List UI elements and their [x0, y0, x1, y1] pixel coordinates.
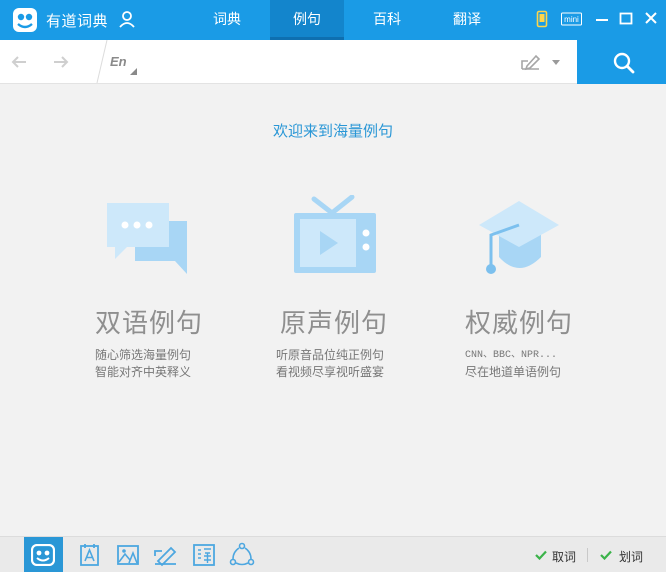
youdao-logo-icon: [13, 8, 37, 32]
feature-desc: 尽在地道单语例句: [465, 364, 561, 381]
youdao-home-icon: [31, 544, 55, 566]
handwriting-tool-icon[interactable]: [152, 541, 180, 569]
close-icon[interactable]: [644, 10, 658, 28]
tv-icon: [294, 195, 376, 273]
graduation-cap-icon: [479, 201, 559, 274]
check-icon: [600, 550, 612, 560]
feature-original-sound[interactable]: 原声例句 听原音品位纯正例句 看视频尽享视听盛宴: [276, 195, 450, 379]
bottom-toolbar: 取词 划词: [0, 536, 666, 572]
feature-authoritative[interactable]: 权威例句 CNN、BBC、NPR... 尽在地道单语例句: [465, 195, 635, 379]
tab-translate[interactable]: 翻译: [430, 0, 504, 40]
tab-dictionary[interactable]: 词典: [190, 0, 264, 40]
quci-toggle[interactable]: 取词: [552, 548, 576, 565]
search-bar: En: [0, 40, 666, 84]
phone-icon[interactable]: [536, 10, 548, 28]
app-title: 有道词典: [46, 12, 109, 30]
maximize-icon[interactable]: [619, 10, 633, 28]
feature-desc-line: CNN、BBC、NPR...: [465, 350, 558, 361]
home-button[interactable]: [24, 537, 63, 572]
user-icon[interactable]: [118, 10, 136, 28]
handwriting-icon[interactable]: [520, 52, 542, 72]
feature-desc: 听原音品位纯正例句 看视频尽享视听盛宴: [276, 347, 384, 381]
search-icon: [613, 52, 635, 74]
image-translate-icon[interactable]: [114, 541, 142, 569]
chevron-down-icon[interactable]: [552, 60, 560, 65]
feature-desc-line: 随心筛选海量例句: [95, 348, 192, 362]
forward-arrow-icon[interactable]: [52, 53, 70, 71]
feature-bilingual[interactable]: 双语例句 随心筛选海量例句 智能对齐中英释义: [95, 195, 265, 379]
search-input[interactable]: [150, 46, 505, 78]
mini-mode-button[interactable]: mini: [561, 10, 582, 28]
divider: [587, 548, 588, 562]
feature-desc: 随心筛选海量例句 智能对齐中英释义: [95, 347, 191, 381]
feature-desc-line: 智能对齐中英释义: [95, 365, 192, 379]
tab-examples[interactable]: 例句: [270, 0, 344, 40]
feature-title: 权威例句: [465, 309, 574, 339]
title-bar: 有道词典 词典 例句 百科 翻译 mini: [0, 0, 666, 40]
sync-icon[interactable]: [228, 541, 256, 569]
feature-desc: CNN、BBC、NPR...: [465, 347, 557, 364]
tab-encyclopedia[interactable]: 百科: [350, 0, 424, 40]
minimize-icon[interactable]: [595, 10, 609, 28]
search-button[interactable]: [577, 40, 666, 84]
feature-title: 原声例句: [280, 309, 389, 339]
feature-desc-line: 听原音品位纯正例句: [276, 348, 385, 362]
back-arrow-icon[interactable]: [10, 53, 28, 71]
feature-desc-line: 看视频尽享视听盛宴: [276, 365, 385, 379]
word-card-icon[interactable]: [76, 541, 104, 569]
language-label: En: [110, 54, 127, 69]
feature-title: 双语例句: [95, 309, 204, 339]
welcome-heading: 欢迎来到海量例句: [272, 122, 393, 140]
mini-label: mini: [564, 15, 579, 24]
feature-desc-line: 尽在地道单语例句: [465, 365, 562, 379]
translate-icon[interactable]: [190, 541, 218, 569]
huaci-toggle[interactable]: 划词: [619, 548, 643, 565]
check-icon: [535, 550, 547, 560]
chat-bubbles-icon: [107, 203, 187, 274]
